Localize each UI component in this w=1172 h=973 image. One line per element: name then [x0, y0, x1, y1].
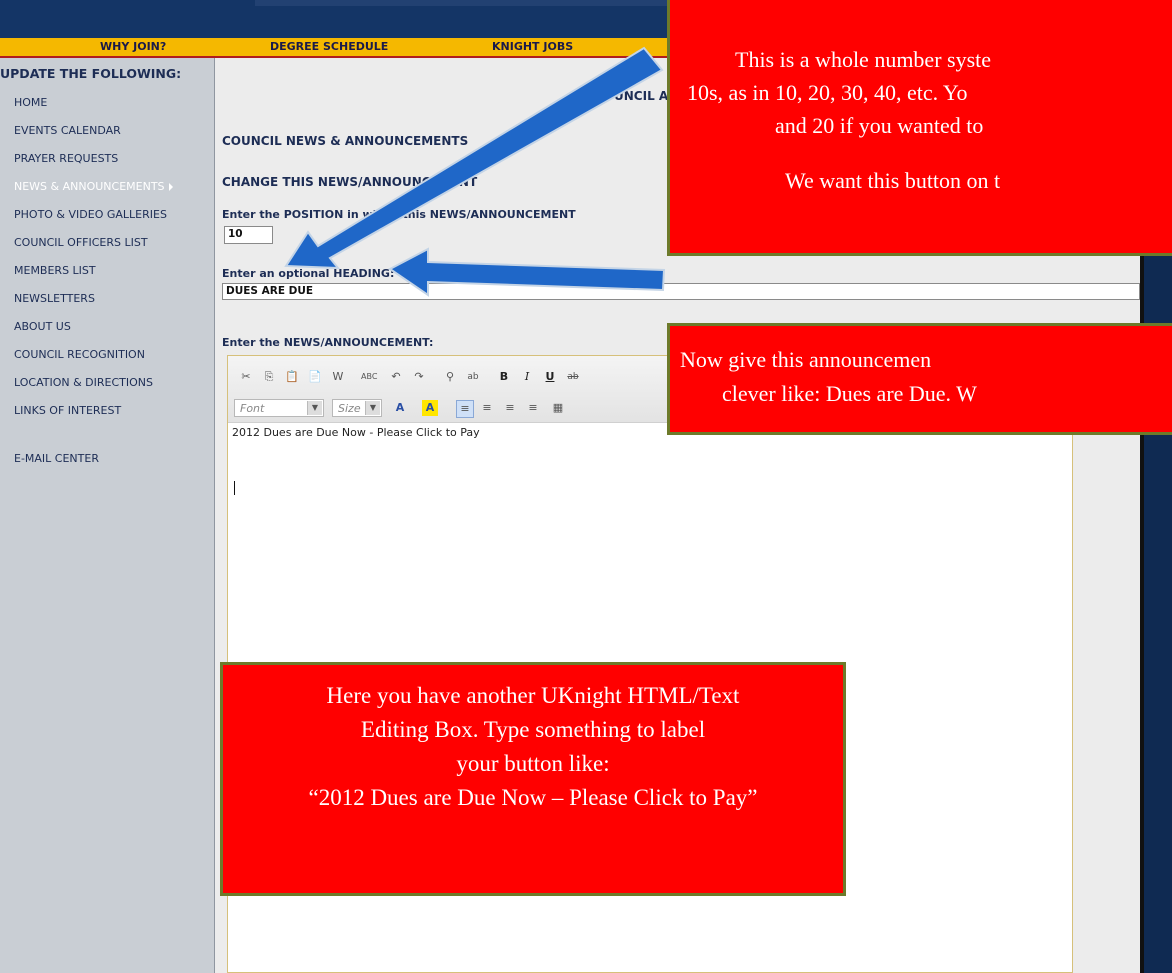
callout-line: and 20 if you wanted to	[775, 113, 984, 138]
editor-callout: Here you have another UKnight HTML/Text …	[220, 662, 846, 896]
arrow-to-position-input	[284, 46, 664, 270]
arrow-to-heading-input	[388, 247, 666, 297]
callout-line: “2012 Dues are Due Now – Please Click to…	[308, 785, 758, 810]
callout-line: clever like: Dues are Due. W	[722, 381, 977, 406]
callout-line	[735, 142, 1172, 164]
callout-line: Editing Box. Type something to label	[360, 717, 706, 742]
callout-line: 10s, as in 10, 20, 30, 40, etc. Yo	[687, 80, 968, 105]
callout-line: We want this button on t	[785, 168, 1001, 193]
callout-line: your button like:	[456, 751, 610, 776]
heading-callout: Now give this announcemen clever like: D…	[667, 323, 1172, 435]
callout-line: This is a whole number syste	[735, 47, 992, 72]
position-callout: This is a whole number syste 10s, as in …	[667, 0, 1172, 256]
callout-line: Now give this announcemen	[680, 347, 932, 372]
callout-line: Here you have another UKnight HTML/Text	[326, 683, 740, 708]
